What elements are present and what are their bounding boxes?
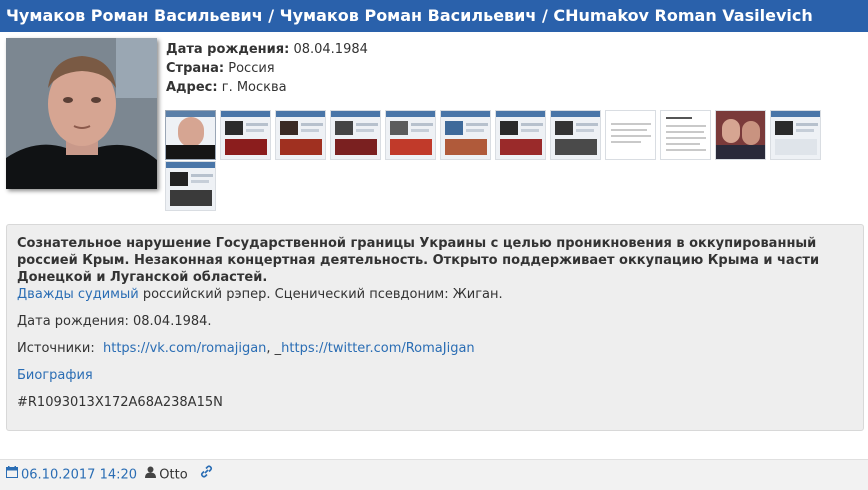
- birth-value: 08.04.1984: [293, 42, 368, 57]
- country-value: Россия: [228, 61, 275, 76]
- birth-line: Дата рождения: 08.04.1984.: [17, 314, 212, 329]
- gallery-thumbnail[interactable]: [605, 110, 656, 160]
- gallery-thumbnail[interactable]: [715, 110, 766, 160]
- convicted-text: российский рэпер. Сценический псевдоним:…: [138, 287, 503, 302]
- violation-description: Сознательное нарушение Государственной г…: [17, 236, 820, 285]
- sources-line: Источники: https://vk.com/romajigan, _ht…: [17, 340, 853, 357]
- link-icon[interactable]: [200, 460, 213, 490]
- description-card: Сознательное нарушение Государственной г…: [6, 224, 864, 431]
- portrait-image: [6, 38, 157, 189]
- calendar-icon: [6, 460, 18, 490]
- record-id: #R1093013X172A68A238A15N: [17, 395, 223, 410]
- gallery-thumbnail[interactable]: [220, 110, 271, 160]
- gallery-thumbnail[interactable]: [495, 110, 546, 160]
- gallery-thumbnail[interactable]: [165, 110, 216, 160]
- post-footer: 06.10.2017 14:20 Otto: [0, 459, 868, 490]
- gallery-thumbnail[interactable]: [165, 161, 216, 211]
- convicted-line: Дважды судимый российский рэпер. Сцениче…: [17, 286, 853, 303]
- gallery-thumbnail[interactable]: [770, 110, 821, 160]
- author-name: Otto: [159, 467, 188, 483]
- source-link-twitter[interactable]: https://twitter.com/RomaJigan: [281, 341, 475, 356]
- user-icon: [145, 460, 157, 490]
- profile-info: Дата рождения: 08.04.1984 Страна: Россия…: [166, 40, 368, 97]
- gallery-thumbnail[interactable]: [440, 110, 491, 160]
- biography-link[interactable]: Биография: [17, 368, 93, 383]
- country-label: Страна:: [166, 61, 225, 76]
- convicted-link[interactable]: Дважды судимый: [17, 287, 139, 302]
- sources-label: Источники:: [17, 341, 95, 356]
- address-label: Адрес:: [166, 80, 218, 95]
- source-link-vk[interactable]: https://vk.com/romajigan: [103, 341, 266, 356]
- birth-label: Дата рождения:: [166, 42, 290, 57]
- gallery-thumbnail[interactable]: [660, 110, 711, 160]
- sources-separator: , _: [266, 341, 282, 356]
- profile-photo[interactable]: [6, 38, 157, 189]
- page-title: Чумаков Роман Васильевич / Чумаков Роман…: [0, 0, 868, 32]
- gallery-thumbnail[interactable]: [550, 110, 601, 160]
- post-date-link[interactable]: 06.10.2017 14:20: [21, 468, 137, 483]
- gallery-thumbnail[interactable]: [385, 110, 436, 160]
- address-value: г. Москва: [221, 80, 287, 95]
- gallery-thumbnail[interactable]: [330, 110, 381, 160]
- gallery-thumbnail[interactable]: [275, 110, 326, 160]
- biography-row: Биография: [17, 367, 853, 384]
